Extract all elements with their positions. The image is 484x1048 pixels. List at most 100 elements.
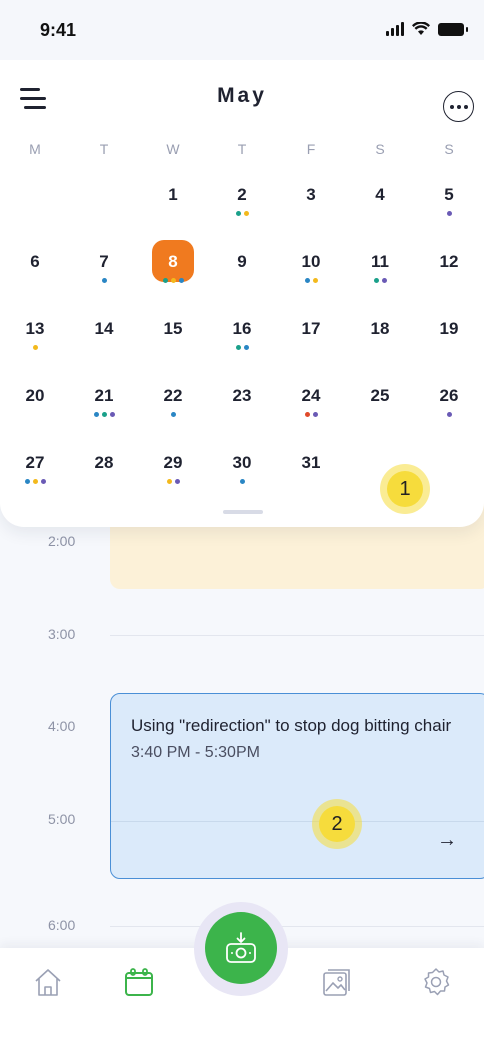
event-dots: [220, 211, 264, 216]
event-time: 3:40 PM - 5:30PM: [131, 744, 260, 761]
day-number: 13: [25, 319, 45, 338]
day-number: 2: [237, 185, 247, 204]
calendar-day[interactable]: 18: [358, 319, 402, 369]
calendar-day[interactable]: 20: [13, 386, 57, 436]
calendar-day[interactable]: 11: [358, 252, 402, 302]
event-dots: [151, 479, 195, 484]
calendar-day[interactable]: 17: [289, 319, 333, 369]
calendar-day[interactable]: 10: [289, 252, 333, 302]
day-number: 16: [232, 319, 252, 338]
event-dot: [239, 479, 245, 484]
hour-label: 2:00: [48, 533, 76, 549]
weekday-label: T: [237, 141, 247, 157]
calendar-day[interactable]: 31: [289, 453, 333, 503]
calendar-day[interactable]: 26: [427, 386, 471, 436]
day-number: 30: [232, 453, 252, 472]
camera-upload-icon: [226, 932, 256, 963]
weekday-label: M: [29, 141, 41, 157]
event-dot: [304, 412, 310, 417]
day-number: 17: [301, 319, 321, 338]
calendar-day[interactable]: 16: [220, 319, 264, 369]
day-number: 10: [301, 252, 321, 271]
weekday-label: T: [99, 141, 109, 157]
event-dots: [82, 278, 126, 283]
event-dot: [40, 479, 46, 484]
event-dot: [101, 278, 107, 283]
settings-icon[interactable]: [420, 966, 452, 998]
hour-divider: [110, 635, 484, 636]
calendar-day[interactable]: 30: [220, 453, 264, 503]
day-number: 18: [370, 319, 390, 338]
calendar-day[interactable]: 7: [82, 252, 126, 302]
hour-label: 6:00: [48, 917, 76, 933]
event-dot: [109, 412, 115, 417]
calendar-icon[interactable]: [123, 966, 155, 998]
event-dot: [32, 479, 38, 484]
calendar-day[interactable]: 12: [427, 252, 471, 302]
event-dot: [170, 412, 176, 417]
calendar-day[interactable]: 27: [13, 453, 57, 503]
event-dot: [24, 479, 30, 484]
event-dot: [304, 278, 310, 283]
calendar-day-selected[interactable]: 8: [151, 240, 195, 302]
day-number: 14: [94, 319, 114, 338]
cellular-signal-icon: [386, 22, 404, 36]
calendar-day[interactable]: 14: [82, 319, 126, 369]
weekday-label: F: [306, 141, 316, 157]
day-number: 22: [163, 386, 183, 405]
more-options-icon[interactable]: [443, 91, 474, 122]
day-number: 6: [30, 252, 40, 271]
status-time: 9:41: [40, 20, 77, 40]
event-dot: [446, 211, 452, 216]
event-dot: [235, 211, 241, 216]
calendar-day[interactable]: 9: [220, 252, 264, 302]
calendar-day[interactable]: 1: [151, 185, 195, 235]
event-dot: [381, 278, 387, 283]
calendar-day[interactable]: 15: [151, 319, 195, 369]
event-dot: [170, 278, 176, 283]
day-number: 19: [439, 319, 459, 338]
month-title: May: [217, 84, 267, 107]
hour-label: 5:00: [48, 811, 76, 827]
sheet-drag-handle[interactable]: [223, 510, 263, 514]
event-dot: [101, 412, 107, 417]
camera-upload-button[interactable]: [205, 912, 277, 984]
calendar-day[interactable]: 29: [151, 453, 195, 503]
day-number: 15: [163, 319, 183, 338]
event-dots: [151, 278, 195, 283]
calendar-day[interactable]: 19: [427, 319, 471, 369]
calendar-day[interactable]: 6: [13, 252, 57, 302]
day-number: 26: [439, 386, 459, 405]
home-icon[interactable]: [32, 966, 64, 998]
event-dots: [82, 412, 126, 417]
calendar-day[interactable]: 23: [220, 386, 264, 436]
event-card[interactable]: Using "redirection" to stop dog bitting …: [110, 693, 484, 879]
calendar-day[interactable]: 13: [13, 319, 57, 369]
gallery-icon[interactable]: [321, 966, 353, 998]
day-number: 1: [168, 185, 178, 204]
calendar-day[interactable]: 5: [427, 185, 471, 235]
day-number: 7: [99, 252, 109, 271]
day-number: 9: [237, 252, 247, 271]
calendar-day[interactable]: 24: [289, 386, 333, 436]
event-dot: [32, 345, 38, 350]
calendar-day[interactable]: 3: [289, 185, 333, 235]
day-number: 23: [232, 386, 252, 405]
event-dots: [289, 412, 333, 417]
calendar-day[interactable]: 2: [220, 185, 264, 235]
event-dot: [312, 412, 318, 417]
calendar-day[interactable]: 4: [358, 185, 402, 235]
calendar-day[interactable]: 22: [151, 386, 195, 436]
hour-divider: [110, 926, 484, 927]
day-number: 31: [301, 453, 321, 472]
day-number: 11: [371, 252, 389, 271]
status-icons: [386, 22, 468, 36]
open-event-arrow-icon[interactable]: →: [437, 829, 457, 852]
event-dot: [243, 345, 249, 350]
calendar-day[interactable]: 21: [82, 386, 126, 436]
calendar-day[interactable]: 28: [82, 453, 126, 503]
annotation-marker: 2: [312, 799, 362, 849]
event-dot: [446, 412, 452, 417]
event-dot: [235, 345, 241, 350]
calendar-day[interactable]: 25: [358, 386, 402, 436]
